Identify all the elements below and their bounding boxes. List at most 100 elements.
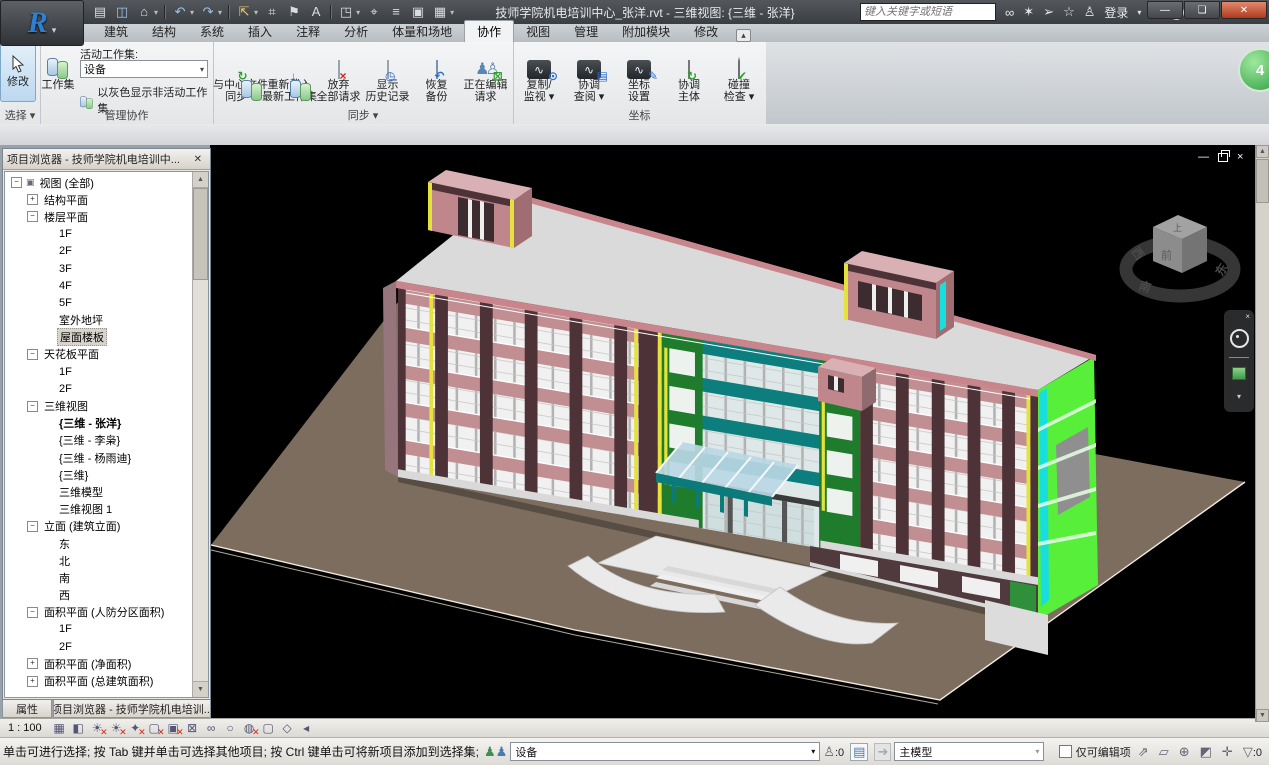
tab-系统[interactable]: 系统 <box>188 21 236 42</box>
viewport-vertical-scrollbar[interactable]: ▲ ▼ <box>1255 145 1269 722</box>
tree-item-label[interactable]: 面积平面 (净面积) <box>42 656 133 672</box>
viewcube[interactable]: 西 南 东 上 前 <box>1126 215 1234 296</box>
tree-item[interactable]: 4F <box>5 277 193 294</box>
navbar-more-icon[interactable]: ▾ <box>1237 392 1241 401</box>
select-pinned-icon[interactable]: ⊕ <box>1179 744 1190 760</box>
tree-toggle-icon[interactable]: − <box>27 521 38 532</box>
tree-item-label[interactable]: {三维 - 李枭} <box>57 432 122 448</box>
与中心文件同步-button[interactable]: ↻与中心文件同步 ▾ <box>217 45 264 103</box>
tab-管理[interactable]: 管理 <box>562 21 610 42</box>
scroll-up-icon[interactable]: ▲ <box>193 172 208 188</box>
sync-with-central-icon[interactable]: ⌂ <box>136 3 152 21</box>
measure-icon[interactable]: ⇱ <box>236 3 252 21</box>
tab-分析[interactable]: 分析 <box>332 21 380 42</box>
viewcube-front-label[interactable]: 前 <box>1161 248 1172 262</box>
tree-item-label[interactable]: 5F <box>57 297 74 309</box>
scroll-down-icon[interactable]: ▼ <box>1256 709 1269 722</box>
rendering-dialog-icon[interactable]: ✦✕ <box>127 721 144 736</box>
phase-combo[interactable]: 主模型▾ <box>894 742 1044 761</box>
tree-item-label[interactable]: 4F <box>57 280 74 292</box>
tree-toggle-icon[interactable]: − <box>27 401 38 412</box>
tree-item[interactable]: −立面 (建筑立面) <box>5 518 193 535</box>
undo-icon[interactable]: ↶ <box>172 3 188 21</box>
editing-requests-icon[interactable]: ♙:0 <box>823 744 844 760</box>
signin-icon[interactable]: ♙ <box>1084 4 1096 20</box>
tree-item[interactable]: 西 <box>5 587 193 604</box>
crop-region-icon[interactable]: ▣✕ <box>165 721 182 736</box>
crop-view-icon[interactable]: ▢✕ <box>146 721 163 736</box>
tab-结构[interactable]: 结构 <box>140 21 188 42</box>
displace-elements-icon[interactable]: ◇ <box>279 721 296 736</box>
worksharing-display-icon[interactable]: ◍✕ <box>241 721 258 736</box>
正在编辑请求-button[interactable]: ♟♙⊠正在编辑请求 <box>462 45 509 103</box>
chevron-down-icon[interactable]: ▾ <box>254 8 258 17</box>
signin-label[interactable]: 登录 <box>1104 4 1128 21</box>
thin-lines-icon[interactable]: ≡ <box>388 3 404 21</box>
tab-properties[interactable]: 属性 <box>2 700 52 718</box>
tree-item-label[interactable]: 三维视图 1 <box>57 501 114 517</box>
tree-item[interactable]: −▣视图 (全部) <box>5 174 193 191</box>
tree-item[interactable]: 屋面楼板 <box>5 329 193 346</box>
tree-item-label[interactable]: 北 <box>57 553 72 569</box>
tree-toggle-icon[interactable]: − <box>11 177 22 188</box>
tree-item[interactable]: −面积平面 (人防分区面积) <box>5 604 193 621</box>
reveal-hidden-icon[interactable]: ○ <box>222 721 239 736</box>
chevron-down-icon[interactable]: ▾ <box>154 8 158 17</box>
tree-toggle-icon[interactable]: − <box>27 211 38 222</box>
view-minimize-button[interactable]: — <box>1198 151 1209 163</box>
scrollbar-thumb[interactable] <box>193 188 208 280</box>
chevron-down-icon[interactable]: ▾ <box>218 8 222 17</box>
tree-item[interactable]: +结构平面 <box>5 191 193 208</box>
tab-建筑[interactable]: 建筑 <box>92 21 140 42</box>
visual-style-icon[interactable]: ◧ <box>70 721 87 736</box>
close-icon[interactable]: ✕ <box>190 153 206 166</box>
detail-level-icon[interactable]: ▦ <box>51 721 68 736</box>
save-icon[interactable]: ◫ <box>114 3 130 21</box>
temporary-hide-isolate-icon[interactable]: ∞ <box>203 721 220 736</box>
close-hidden-windows-icon[interactable]: ▣ <box>410 3 426 21</box>
tree-item[interactable]: 2F <box>5 638 193 655</box>
tree-item-label[interactable]: {三维 - 张洋} <box>57 415 123 431</box>
worksharing-display-icon[interactable]: ▤ <box>850 743 868 761</box>
tree-item-label[interactable]: 楼层平面 <box>42 209 90 225</box>
tree-item[interactable]: 东 <box>5 535 193 552</box>
redo-icon[interactable]: ↷ <box>200 3 216 21</box>
恢复备份-button[interactable]: ↶恢复备份 <box>413 45 460 103</box>
tree-item[interactable]: 室外地坪 <box>5 312 193 329</box>
minimize-button[interactable]: — <box>1147 1 1183 19</box>
tree-item-label[interactable]: 西 <box>57 587 72 603</box>
switch-windows-icon[interactable]: ▦ <box>432 3 448 21</box>
crop-lock-icon[interactable]: ⊠ <box>184 721 201 736</box>
tree-item-label[interactable]: 南 <box>57 570 72 586</box>
tree-item[interactable]: 1F <box>5 226 193 243</box>
aligned-dimension-icon[interactable]: ⌗ <box>264 3 280 21</box>
selection-visibility-icon[interactable]: ▢ <box>260 721 277 736</box>
tree-item-label[interactable]: 1F <box>57 366 74 378</box>
filter-icon[interactable]: ▽:0 <box>1243 744 1262 760</box>
open-icon[interactable]: ▤ <box>92 3 108 21</box>
tree-item[interactable]: −楼层平面 <box>5 208 193 225</box>
tree-item[interactable]: 5F <box>5 294 193 311</box>
application-menu-button[interactable]: R▾ <box>0 0 84 46</box>
tree-toggle-icon[interactable]: − <box>27 607 38 618</box>
scroll-up-icon[interactable]: ▲ <box>1256 145 1269 158</box>
tree-item[interactable]: +面积平面 (总建筑面积) <box>5 672 193 689</box>
project-browser-titlebar[interactable]: 项目浏览器 - 技师学院机电培训中... ✕ <box>3 149 210 170</box>
tree-item-label[interactable]: 2F <box>57 245 74 257</box>
editable-only-checkbox[interactable]: 仅可编辑项 <box>1059 744 1131 760</box>
tree-item[interactable]: 3F <box>5 260 193 277</box>
search-icon[interactable]: ∞ <box>1005 5 1014 20</box>
tab-注释[interactable]: 注释 <box>284 21 332 42</box>
scrollbar-thumb[interactable] <box>1256 159 1269 203</box>
tab-协作[interactable]: 协作 <box>464 20 514 42</box>
view-close-button[interactable]: × <box>1237 151 1243 163</box>
shadows-icon[interactable]: ☀✕ <box>108 721 125 736</box>
tree-item[interactable]: 1F <box>5 621 193 638</box>
support-badge[interactable]: 4 <box>1238 48 1269 92</box>
tab-附加模块[interactable]: 附加模块 <box>610 21 682 42</box>
tree-item[interactable]: 2F <box>5 380 193 397</box>
tree-item-label[interactable]: 室外地坪 <box>57 312 105 328</box>
tree-toggle-icon[interactable]: − <box>27 349 38 360</box>
tag-by-category-icon[interactable]: ⚑ <box>286 3 302 21</box>
scroll-down-icon[interactable]: ▼ <box>193 681 208 697</box>
